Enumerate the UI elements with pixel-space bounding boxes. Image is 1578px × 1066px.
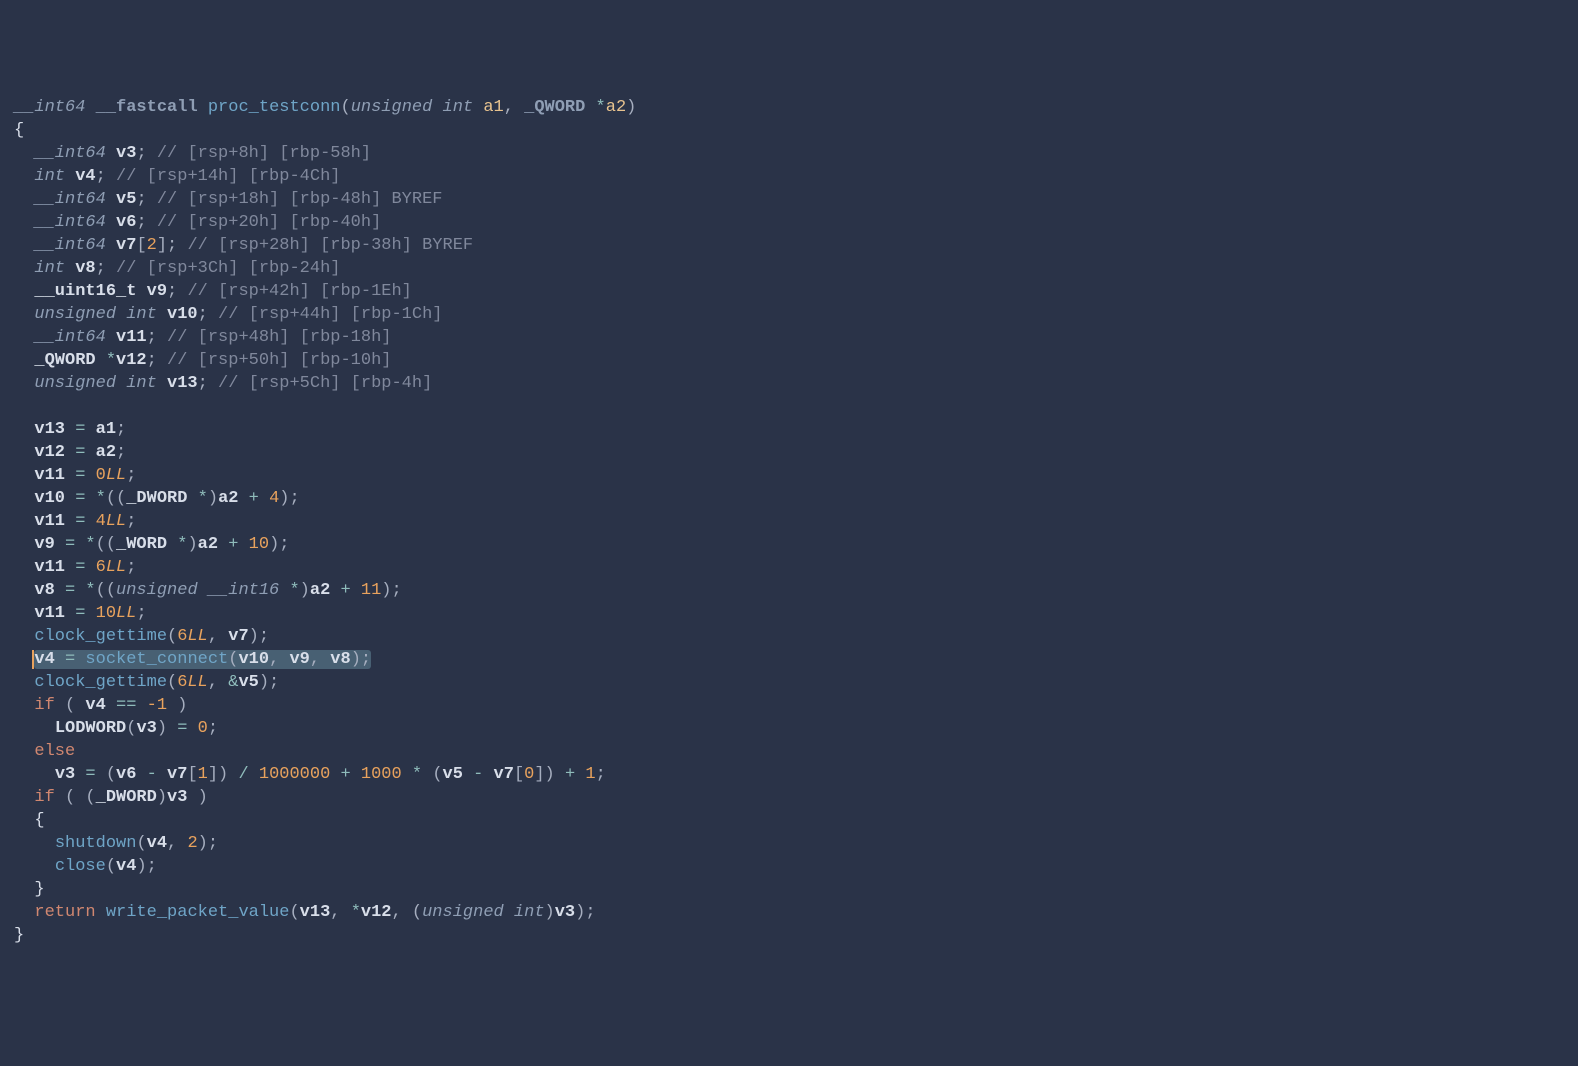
comment: // [rsp+8h] [rbp-58h] bbox=[157, 144, 371, 163]
code-view: __int64 __fastcall proc_testconn(unsigne… bbox=[14, 96, 1564, 947]
type: unsigned int bbox=[351, 98, 473, 117]
type: _QWORD bbox=[524, 98, 585, 117]
highlighted-line[interactable]: v4 = socket_connect(v10, v9, v8); bbox=[34, 650, 371, 669]
type: __int64 bbox=[14, 98, 85, 117]
calling-convention: __fastcall bbox=[96, 98, 198, 117]
param: a1 bbox=[483, 98, 503, 117]
function-name: proc_testconn bbox=[208, 98, 341, 117]
param: a2 bbox=[606, 98, 626, 117]
